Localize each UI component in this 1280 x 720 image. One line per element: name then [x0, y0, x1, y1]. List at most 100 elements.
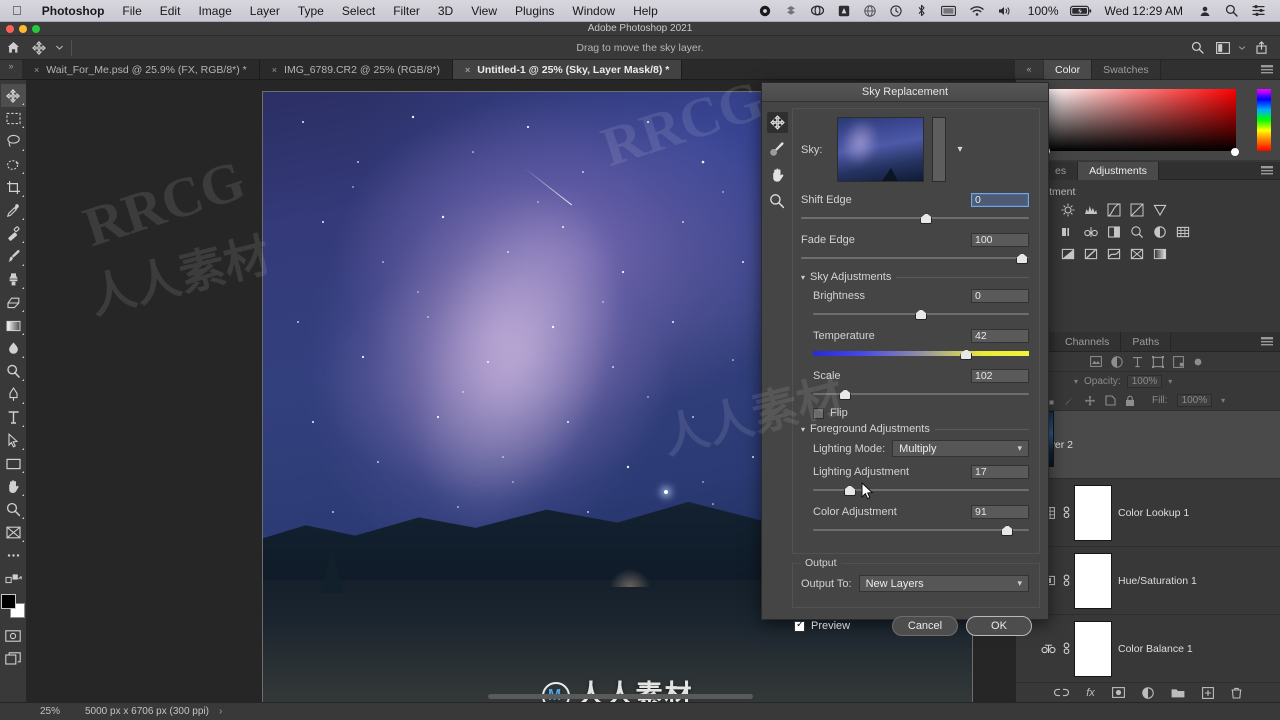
creative-cloud-icon[interactable] — [804, 4, 831, 17]
sky-preset-scrollbar[interactable] — [932, 117, 946, 182]
collapse-panels-icon[interactable]: « — [1015, 60, 1043, 78]
chevron-down-icon[interactable]: ▾ — [801, 425, 805, 434]
table-row[interactable]: Hue/Saturation 1 — [1016, 547, 1280, 615]
zoom-level[interactable]: 25% — [27, 706, 79, 717]
menu-help[interactable]: Help — [624, 4, 667, 18]
new-group-icon[interactable] — [1171, 687, 1185, 698]
section-foreground-adjustments[interactable]: ▾ Foreground Adjustments — [801, 423, 1029, 435]
menu-type[interactable]: Type — [289, 4, 333, 18]
panel-menu-icon[interactable] — [1261, 162, 1280, 179]
screen-mode-icon[interactable] — [1, 647, 26, 670]
vibrance-icon[interactable] — [1152, 202, 1167, 217]
black-white-icon[interactable] — [1106, 224, 1121, 239]
section-sky-adjustments[interactable]: ▾ Sky Adjustments — [801, 271, 1029, 283]
lighting-mode-select[interactable]: Multiply ▾ — [892, 440, 1029, 457]
document-tab-img-6789[interactable]: × IMG_6789.CR2 @ 25% (RGB/8*) — [259, 60, 453, 79]
chevron-down-icon[interactable] — [52, 36, 66, 60]
filter-toggle-icon[interactable] — [1193, 357, 1203, 367]
filter-pixel-icon[interactable] — [1090, 356, 1102, 367]
display-icon[interactable] — [934, 5, 963, 17]
panel-menu-icon[interactable] — [1261, 60, 1280, 79]
chevron-down-icon[interactable]: ▾ — [1074, 377, 1078, 386]
levels-icon[interactable] — [1083, 202, 1098, 217]
menu-edit[interactable]: Edit — [151, 4, 190, 18]
chevron-down-icon[interactable] — [1236, 36, 1248, 60]
frame-tool-icon[interactable] — [1, 521, 26, 544]
scale-slider[interactable] — [813, 387, 1029, 401]
object-selection-tool-icon[interactable] — [1, 153, 26, 176]
temperature-slider[interactable] — [813, 347, 1029, 361]
swap-colors-icon[interactable] — [1, 567, 26, 590]
selective-color-icon[interactable] — [1129, 246, 1144, 261]
blur-tool-icon[interactable] — [1, 337, 26, 360]
menu-3d[interactable]: 3D — [429, 4, 462, 18]
layer-name[interactable]: Color Balance 1 — [1118, 643, 1193, 655]
document-tab-untitled-1[interactable]: × Untitled-1 @ 25% (Sky, Layer Mask/8) * — [453, 60, 683, 79]
slider-handle[interactable] — [1001, 525, 1014, 536]
threshold-icon[interactable] — [1106, 246, 1121, 261]
layer-mask-thumbnail[interactable] — [1074, 552, 1112, 609]
color-swatches[interactable] — [1, 594, 25, 618]
foreground-color-swatch[interactable] — [1, 594, 16, 609]
move-tool-icon[interactable] — [0, 84, 26, 107]
channel-mixer-icon[interactable] — [1152, 224, 1167, 239]
menu-select[interactable]: Select — [333, 4, 384, 18]
tab-swatches[interactable]: Swatches — [1092, 60, 1161, 79]
color-balance-icon[interactable] — [1083, 224, 1098, 239]
brightness-slider[interactable] — [813, 307, 1029, 321]
filter-adjustment-icon[interactable] — [1111, 355, 1123, 368]
close-window-button[interactable] — [6, 25, 14, 33]
color-lookup-icon[interactable] — [1175, 224, 1190, 239]
fill-value[interactable]: 100% — [1176, 394, 1213, 407]
temperature-input[interactable]: 42 — [971, 328, 1029, 343]
curves-icon[interactable] — [1106, 202, 1121, 217]
control-center-icon[interactable] — [1245, 5, 1272, 16]
rectangular-marquee-tool-icon[interactable] — [1, 107, 26, 130]
lock-image-icon[interactable] — [1064, 395, 1075, 406]
chevron-down-icon[interactable]: ▾ — [954, 144, 966, 155]
slider-handle[interactable] — [1016, 253, 1029, 264]
move-sky-tool-icon[interactable] — [766, 112, 788, 133]
zoom-tool-icon[interactable] — [1, 498, 26, 521]
menu-window[interactable]: Window — [563, 4, 624, 18]
time-machine-icon[interactable] — [883, 4, 909, 17]
lock-artboard-icon[interactable] — [1105, 395, 1116, 406]
link-layers-icon[interactable] — [1054, 688, 1070, 697]
new-layer-icon[interactable] — [1201, 686, 1214, 699]
wifi-icon[interactable] — [963, 5, 991, 17]
volume-icon[interactable] — [991, 5, 1019, 17]
filter-type-icon[interactable] — [1132, 356, 1143, 368]
shift-edge-input[interactable]: 0 — [971, 192, 1029, 207]
chevron-down-icon[interactable]: ▾ — [801, 273, 805, 282]
google-drive-icon[interactable] — [831, 5, 857, 17]
gradient-tool-icon[interactable] — [1, 314, 26, 337]
photo-filter-icon[interactable] — [1129, 224, 1144, 239]
brightness-input[interactable]: 0 — [971, 288, 1029, 303]
layer-style-fx-icon[interactable]: fx — [1086, 687, 1095, 699]
slider-handle[interactable] — [915, 309, 927, 320]
crop-tool-icon[interactable] — [1, 176, 26, 199]
slider-handle[interactable] — [843, 485, 856, 496]
menu-filter[interactable]: Filter — [384, 4, 429, 18]
invert-icon[interactable] — [1060, 246, 1075, 261]
horizontal-scrollbar[interactable] — [263, 693, 972, 700]
lock-position-icon[interactable] — [1084, 395, 1096, 407]
hand-tool-icon[interactable] — [767, 164, 788, 185]
apple-logo-icon[interactable]:  — [0, 4, 33, 17]
maximize-window-button[interactable] — [32, 25, 40, 33]
color-adjustment-slider[interactable] — [813, 523, 1029, 537]
brush-tool-icon[interactable] — [1, 245, 26, 268]
opacity-value[interactable]: 100% — [1126, 375, 1163, 388]
sky-brush-tool-icon[interactable] — [767, 138, 788, 159]
dodge-tool-icon[interactable] — [1, 360, 26, 383]
slider-handle[interactable] — [920, 213, 933, 224]
user-icon[interactable] — [1192, 5, 1218, 17]
sky-preset-thumbnail[interactable] — [837, 117, 924, 182]
rectangle-tool-icon[interactable] — [1, 452, 26, 475]
table-row[interactable]: Layer 2 — [1016, 411, 1280, 479]
bluetooth-icon[interactable] — [909, 4, 934, 17]
filter-smart-icon[interactable] — [1173, 355, 1184, 368]
eraser-tool-icon[interactable] — [1, 291, 26, 314]
close-icon[interactable]: × — [34, 65, 39, 75]
tab-libraries[interactable]: es — [1044, 162, 1079, 180]
